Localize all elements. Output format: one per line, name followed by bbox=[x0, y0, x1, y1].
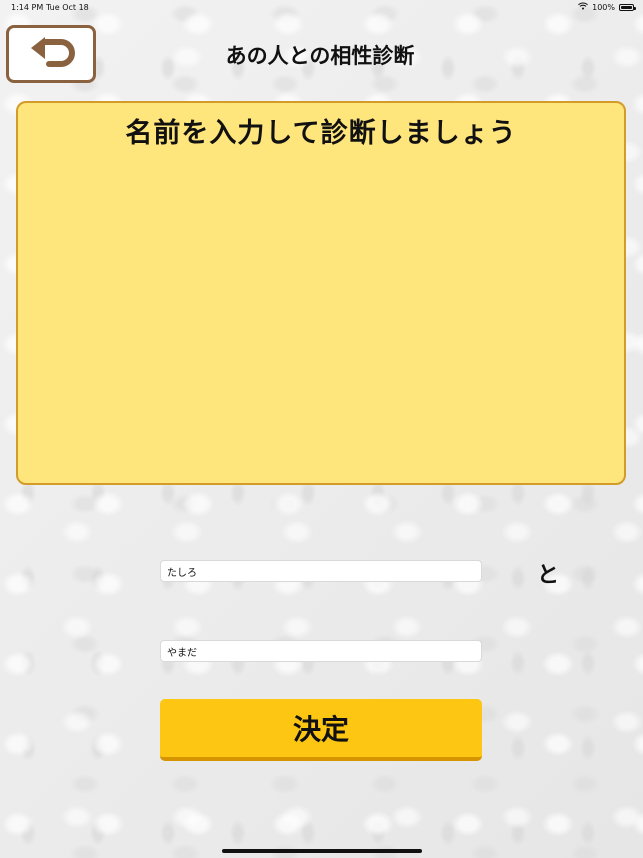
submit-button[interactable]: 決定 bbox=[160, 699, 482, 761]
home-indicator bbox=[222, 849, 422, 853]
page-title: あの人との相性診断 bbox=[225, 44, 415, 68]
battery-icon bbox=[619, 3, 636, 11]
result-panel: 名前を入力して診断しましょう bbox=[16, 101, 626, 485]
status-time: 1:14 PM bbox=[11, 3, 44, 12]
wifi-icon bbox=[578, 2, 589, 12]
return-arrow-icon bbox=[25, 34, 77, 74]
status-indicators: 100% bbox=[578, 2, 636, 12]
status-date: Tue Oct 18 bbox=[46, 3, 89, 12]
connector-label: と bbox=[537, 563, 560, 588]
back-button[interactable] bbox=[6, 25, 96, 83]
battery-percent: 100% bbox=[592, 2, 615, 12]
name-input-2[interactable] bbox=[160, 640, 482, 662]
result-message: 名前を入力して診断しましょう bbox=[125, 118, 517, 149]
status-bar: 1:14 PM Tue Oct 18 100% bbox=[0, 0, 643, 16]
name-input-1[interactable] bbox=[160, 560, 482, 582]
